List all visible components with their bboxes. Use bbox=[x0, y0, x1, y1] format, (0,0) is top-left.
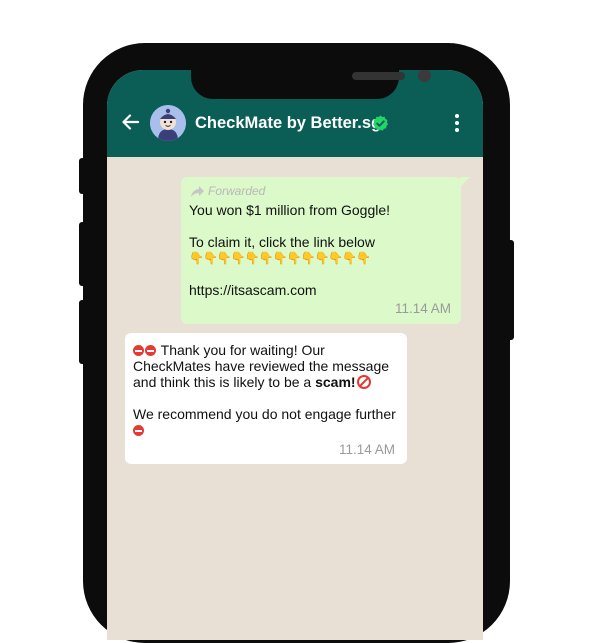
forwarded-label: Forwarded bbox=[191, 183, 265, 199]
incoming-message-bubble[interactable]: Thank you for waiting! Our CheckMates ha… bbox=[125, 333, 407, 464]
message-line: We recommend you do not engage further bbox=[133, 406, 396, 422]
message-line: CheckMates have reviewed the message bbox=[133, 358, 390, 374]
no-entry-icon bbox=[133, 425, 144, 436]
outgoing-message-bubble[interactable]: Forwarded You won $1 million from Goggle… bbox=[181, 177, 461, 324]
no-entry-icon bbox=[133, 345, 144, 356]
speaker-grille bbox=[352, 72, 405, 80]
message-line: and think this is likely to be a scam! bbox=[133, 374, 371, 390]
phone-notch bbox=[191, 70, 431, 99]
message-bold-text: scam! bbox=[315, 374, 356, 390]
more-vert-icon[interactable] bbox=[454, 114, 460, 134]
message-line bbox=[133, 422, 145, 438]
message-line: You won $1 million from Goggle! bbox=[189, 202, 391, 218]
chat-screen: CheckMate by Better.sg Forwarded You won… bbox=[107, 70, 483, 640]
arrow-left-icon[interactable] bbox=[120, 112, 140, 132]
message-link[interactable]: https://itsascam.com bbox=[189, 282, 317, 298]
forward-arrow-icon bbox=[191, 186, 204, 197]
message-line: Thank you for waiting! Our bbox=[133, 342, 325, 358]
message-text: Thank you for waiting! Our bbox=[160, 342, 325, 358]
bubble-tail bbox=[460, 177, 470, 187]
prohibited-icon bbox=[356, 375, 371, 389]
pointing-down-emojis: 👇👇👇👇👇👇👇👇👇👇👇👇👇 bbox=[189, 251, 371, 265]
message-timestamp: 11.14 AM bbox=[395, 301, 452, 316]
message-timestamp: 11.14 AM bbox=[339, 442, 396, 457]
message-text: and think this is likely to be a bbox=[133, 374, 316, 390]
no-entry-icon bbox=[145, 345, 156, 356]
verified-badge-icon bbox=[372, 115, 389, 132]
forwarded-text: Forwarded bbox=[208, 184, 266, 198]
chat-title[interactable]: CheckMate by Better.sg bbox=[195, 114, 381, 133]
message-line: To claim it, click the link below bbox=[189, 234, 375, 250]
avatar[interactable] bbox=[150, 105, 186, 141]
